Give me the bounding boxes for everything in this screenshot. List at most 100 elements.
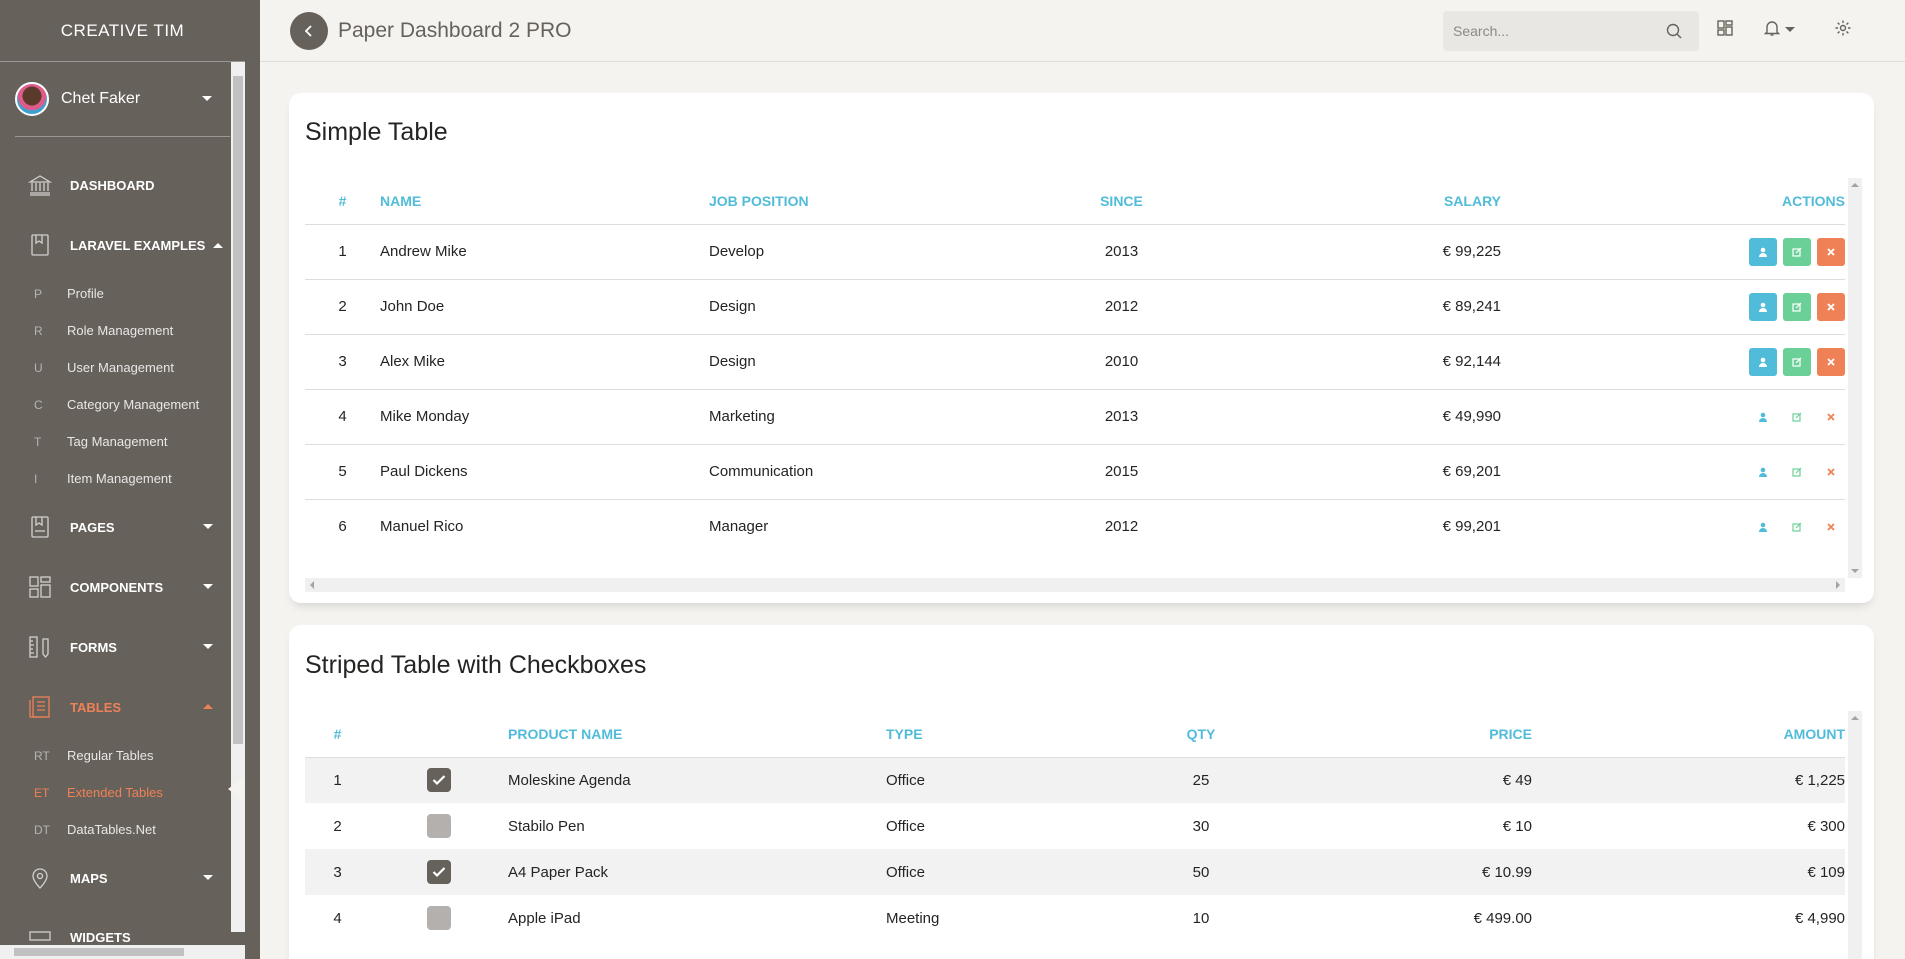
cell-id: 3 — [305, 334, 380, 390]
scrollbar-thumb[interactable] — [233, 76, 243, 744]
column-header: PRICE — [1489, 725, 1532, 742]
card-title: Simple Table — [305, 118, 448, 146]
remove-button[interactable] — [1817, 458, 1845, 486]
view-user-button[interactable] — [1749, 347, 1777, 376]
view-user-button[interactable] — [1749, 458, 1777, 486]
sidebar-item-label: FORMS — [70, 639, 117, 655]
user-menu[interactable]: Chet Faker — [15, 62, 230, 137]
sidebar-subitem-category-management[interactable]: C Category Management — [0, 386, 245, 423]
sub-abbr: ET — [34, 785, 50, 800]
column-header: AMOUNT — [1783, 725, 1845, 742]
sidebar-item-dashboard[interactable]: DASHBOARD — [0, 155, 245, 215]
sub-label: Role Management — [67, 323, 174, 338]
cell-salary: € 92,144 — [1201, 334, 1501, 390]
table-vertical-scrollbar[interactable] — [1848, 711, 1862, 959]
search-icon[interactable] — [1665, 22, 1683, 40]
scroll-right-arrow[interactable] — [1836, 581, 1840, 589]
sub-abbr: P — [34, 286, 43, 301]
cell-price: € 10.99 — [1261, 849, 1532, 895]
remove-button[interactable] — [1817, 403, 1845, 431]
sidebar-subitem-item-management[interactable]: I Item Management — [0, 460, 245, 497]
map-pin-icon — [32, 868, 48, 889]
sidebar-subitem-user-management[interactable]: U User Management — [0, 349, 245, 386]
bell-icon[interactable] — [1763, 19, 1781, 37]
sidebar-subitem-tag-management[interactable]: T Tag Management — [0, 423, 245, 460]
row-checkbox[interactable] — [427, 906, 451, 930]
view-user-button[interactable] — [1749, 403, 1777, 431]
edit-button[interactable] — [1783, 458, 1811, 486]
sidebar-subitem-regular-tables[interactable]: RT Regular Tables — [0, 737, 245, 774]
chevron-up-icon — [203, 704, 213, 709]
scroll-left-arrow[interactable] — [310, 581, 314, 589]
chevron-down-icon[interactable] — [1785, 27, 1795, 32]
table-row: 3 Alex Mike Design 2010 € 92,144 — [305, 334, 1845, 390]
page-title[interactable]: Paper Dashboard 2 PRO — [338, 19, 571, 43]
sub-abbr: R — [34, 323, 43, 338]
table-horizontal-scrollbar[interactable] — [305, 578, 1845, 592]
close-icon — [1827, 523, 1835, 531]
cell-product: Apple iPad — [508, 909, 581, 927]
cell-actions — [1501, 389, 1845, 445]
chevron-down-icon — [203, 584, 213, 589]
sidebar-subitem-role-management[interactable]: R Role Management — [0, 312, 245, 349]
row-checkbox[interactable] — [427, 860, 451, 884]
gear-icon[interactable] — [1834, 19, 1852, 37]
row-checkbox[interactable] — [427, 768, 451, 793]
sidebar-item-forms[interactable]: FORMS — [0, 617, 245, 677]
sidebar-item-laravel-examples[interactable]: LARAVEL EXAMPLES — [0, 215, 245, 275]
column-header: QTY — [1186, 725, 1216, 742]
search-input[interactable] — [1443, 23, 1653, 39]
view-user-button[interactable] — [1749, 513, 1777, 541]
sidebar-subitem-profile[interactable]: P Profile — [0, 275, 245, 312]
edit-button[interactable] — [1783, 292, 1811, 321]
minimize-sidebar-button[interactable] — [290, 11, 328, 50]
cell-salary: € 69,201 — [1201, 444, 1501, 500]
scroll-up-arrow[interactable] — [1851, 183, 1859, 187]
cell-product: A4 Paper Pack — [508, 849, 886, 895]
sidebar-item-widgets[interactable]: WIDGETS — [0, 908, 245, 948]
sidebar-item-tables[interactable]: TABLES — [0, 677, 245, 737]
sub-abbr: I — [34, 471, 38, 486]
sidebar-scrollbar[interactable] — [231, 62, 245, 932]
sidebar-horizontal-scrollbar[interactable] — [0, 945, 245, 959]
sidebar-nav: DASHBOARD LARAVEL EXAMPLES P Profile R Rol… — [0, 155, 245, 948]
chevron-down-icon — [203, 875, 213, 880]
cell-id: 3 — [305, 849, 370, 895]
layout-grid-icon[interactable] — [1716, 19, 1734, 37]
active-indicator — [228, 777, 244, 801]
edit-button[interactable] — [1783, 513, 1811, 541]
sidebar-item-pages[interactable]: PAGES — [0, 497, 245, 557]
cell-job: Design — [709, 334, 1042, 390]
table-vertical-scrollbar[interactable] — [1848, 178, 1862, 578]
sidebar-subitem-extended-tables[interactable]: ET Extended Tables — [0, 774, 245, 811]
edit-button[interactable] — [1783, 347, 1811, 376]
table-header-row: # NAME JOB POSITION SINCE SALARY ACTIONS — [305, 178, 1845, 225]
cell-checkbox — [370, 803, 508, 849]
row-checkbox[interactable] — [427, 814, 451, 838]
remove-button[interactable] — [1817, 347, 1845, 376]
cell-qty: 25 — [1141, 756, 1261, 803]
sidebar-item-components[interactable]: COMPONENTS — [0, 557, 245, 617]
edit-button[interactable] — [1783, 403, 1811, 431]
scroll-down-arrow[interactable] — [1851, 569, 1859, 573]
view-user-button[interactable] — [1749, 237, 1777, 266]
close-icon — [1827, 357, 1835, 366]
remove-button[interactable] — [1817, 513, 1845, 541]
edit-button[interactable] — [1783, 237, 1811, 266]
search-box — [1443, 11, 1699, 51]
edit-icon — [1792, 412, 1802, 422]
column-header: PRODUCT NAME — [508, 725, 623, 742]
sidebar-item-maps[interactable]: MAPS — [0, 848, 245, 908]
view-user-button[interactable] — [1749, 292, 1777, 321]
scroll-up-arrow[interactable] — [1851, 716, 1859, 720]
sidebar-item-label: TABLES — [70, 699, 122, 715]
brand-logo-text[interactable]: CREATIVE TIM — [0, 0, 245, 62]
edit-icon — [1792, 357, 1802, 367]
sidebar-subitem-datatables[interactable]: DT DataTables.Net — [0, 811, 245, 848]
remove-button[interactable] — [1817, 237, 1845, 266]
scrollbar-thumb[interactable] — [14, 948, 184, 956]
remove-button[interactable] — [1817, 292, 1845, 321]
sub-abbr: DT — [34, 822, 50, 837]
cell-type: Office — [886, 849, 1141, 895]
card-title: Striped Table with Checkboxes — [305, 651, 647, 679]
